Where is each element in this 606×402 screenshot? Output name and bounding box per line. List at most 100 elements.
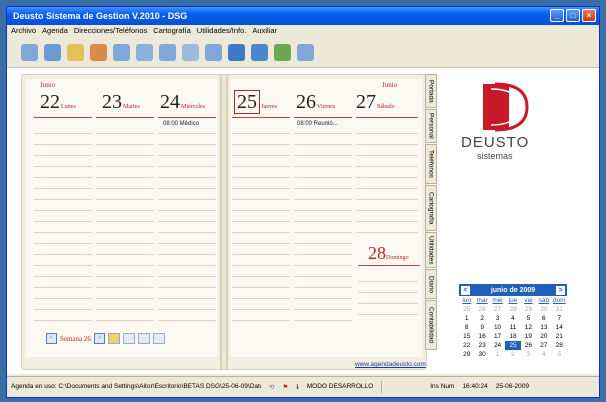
tab-portada[interactable]: Portada xyxy=(425,74,437,108)
calendar-day[interactable]: 26 xyxy=(521,341,536,350)
bookmark-icon[interactable] xyxy=(159,43,176,61)
tab-cartografia[interactable]: Cartografía xyxy=(425,185,437,231)
menu-cartografia[interactable]: Cartografía xyxy=(153,25,191,37)
calendar-day[interactable]: 5 xyxy=(552,350,567,359)
people-icon[interactable] xyxy=(90,43,107,61)
calendar-day[interactable]: 31 xyxy=(552,305,567,314)
status-path: Agenda en uso: C:\Documents and Settings… xyxy=(11,383,261,390)
truck-icon[interactable] xyxy=(113,43,130,61)
calendar-day[interactable]: 23 xyxy=(474,341,489,350)
car-icon[interactable] xyxy=(21,43,38,61)
appointment[interactable]: 08:00 Reunió... xyxy=(296,121,339,127)
day-lines[interactable] xyxy=(158,123,216,323)
calendar-day[interactable]: 13 xyxy=(536,323,551,332)
car2-icon[interactable] xyxy=(251,43,268,61)
menu-archivo[interactable]: Archivo xyxy=(11,25,36,37)
calendar-day[interactable]: 4 xyxy=(536,350,551,359)
calendar-day[interactable]: 1 xyxy=(490,350,505,359)
calendar-day[interactable]: 19 xyxy=(521,332,536,341)
calendar-day[interactable]: 29 xyxy=(521,305,536,314)
day-lines[interactable] xyxy=(96,123,154,323)
calendar-day[interactable]: 2 xyxy=(505,350,520,359)
calendar-day[interactable]: 9 xyxy=(474,323,489,332)
calendar-day[interactable]: 27 xyxy=(536,341,551,350)
tab-utilidades[interactable]: Utilidades xyxy=(425,232,437,268)
calendar-day[interactable]: 27 xyxy=(490,305,505,314)
print-small-icon[interactable] xyxy=(152,333,165,344)
website-link[interactable]: www.agendadeusto.com xyxy=(355,361,426,368)
next-month-button[interactable]: > xyxy=(555,285,565,295)
day-27[interactable]: 27Sábado xyxy=(356,91,395,114)
calendar-day[interactable]: 30 xyxy=(474,350,489,359)
person-icon[interactable] xyxy=(44,43,61,61)
calendar-day[interactable]: 1 xyxy=(459,314,474,323)
calendar-day[interactable]: 7 xyxy=(552,314,567,323)
calendar-day[interactable]: 26 xyxy=(474,305,489,314)
calendar-day[interactable]: 2 xyxy=(474,314,489,323)
folder-icon[interactable] xyxy=(67,43,84,61)
tab-personal[interactable]: Personal xyxy=(425,109,437,143)
calendar-day[interactable]: 29 xyxy=(459,350,474,359)
menu-utilidades[interactable]: Utilidades/Info. xyxy=(197,25,247,37)
calendar-day[interactable]: 17 xyxy=(490,332,505,341)
calendar-day[interactable]: 8 xyxy=(459,323,474,332)
day-25[interactable]: 25 Jueves xyxy=(234,90,277,114)
day-lines[interactable] xyxy=(358,271,418,323)
prev-week-button[interactable]: < xyxy=(46,333,57,344)
tab-diario[interactable]: Diario xyxy=(425,269,437,299)
menu-direcciones[interactable]: Direcciones/Teléfonos xyxy=(74,25,147,37)
day-22[interactable]: 22Lunes xyxy=(40,91,76,114)
calendar-day[interactable]: 12 xyxy=(521,323,536,332)
day-lines[interactable] xyxy=(232,123,290,323)
search-small-icon[interactable] xyxy=(122,333,135,344)
calendar-day[interactable]: 25 xyxy=(505,341,521,350)
day-23[interactable]: 23Martes xyxy=(102,91,140,114)
day-lines[interactable] xyxy=(34,123,92,323)
calendar-day[interactable]: 10 xyxy=(490,323,505,332)
calendar-day[interactable]: 14 xyxy=(552,323,567,332)
minimize-button[interactable]: _ xyxy=(550,9,564,22)
calendar-day[interactable]: 16 xyxy=(474,332,489,341)
pencil-icon[interactable] xyxy=(297,43,314,61)
app-window: Deusto Sistema de Gestion V.2010 - DSG _… xyxy=(6,6,600,398)
edit-small-icon[interactable] xyxy=(137,333,150,344)
calendar-day[interactable]: 5 xyxy=(521,314,536,323)
calendar-day[interactable]: 21 xyxy=(552,332,567,341)
calendar-day[interactable]: 11 xyxy=(505,323,520,332)
calendar-day[interactable]: 28 xyxy=(505,305,520,314)
prev-month-button[interactable]: < xyxy=(461,285,470,295)
day-lines[interactable] xyxy=(356,123,418,243)
calendar-day[interactable]: 15 xyxy=(459,332,474,341)
calendar-day[interactable]: 30 xyxy=(536,305,551,314)
maximize-button[interactable]: □ xyxy=(566,9,580,22)
calendar-day[interactable]: 25 xyxy=(459,305,474,314)
document-icon[interactable] xyxy=(136,43,153,61)
menu-auxiliar[interactable]: Auxiliar xyxy=(252,25,277,37)
tab-telefonos[interactable]: Teléfonos xyxy=(425,144,437,184)
day-26[interactable]: 26Viernes xyxy=(296,91,335,114)
calendar-day[interactable]: 24 xyxy=(490,341,505,350)
calendar-day[interactable]: 28 xyxy=(552,341,567,350)
appointment[interactable]: 08:00 Médico xyxy=(162,121,201,127)
calendar-day[interactable]: 3 xyxy=(490,314,505,323)
tree-icon[interactable] xyxy=(274,43,291,61)
close-button[interactable]: × xyxy=(582,9,596,22)
day-lines[interactable] xyxy=(294,123,352,323)
day-28[interactable]: 28Domingo xyxy=(368,243,409,264)
tab-contabilidad[interactable]: Contabilidad xyxy=(425,300,437,350)
calendar-day[interactable]: 6 xyxy=(536,314,551,323)
calendar-day[interactable]: 20 xyxy=(536,332,551,341)
camera-icon[interactable] xyxy=(205,43,222,61)
calendar-day[interactable]: 18 xyxy=(505,332,520,341)
day-24[interactable]: 24Miércoles xyxy=(160,91,205,114)
box-icon[interactable] xyxy=(182,43,199,61)
calendar-weekday: lun xyxy=(462,297,472,304)
calendar-day[interactable]: 22 xyxy=(459,341,474,350)
globe-icon[interactable] xyxy=(228,43,245,61)
calendar-weekday: mié xyxy=(492,297,503,304)
next-week-button[interactable]: > xyxy=(93,333,105,344)
calendar-day[interactable]: 4 xyxy=(505,314,520,323)
menu-agenda[interactable]: Agenda xyxy=(42,25,68,37)
folder-small-icon[interactable] xyxy=(107,333,120,344)
calendar-day[interactable]: 3 xyxy=(521,350,536,359)
